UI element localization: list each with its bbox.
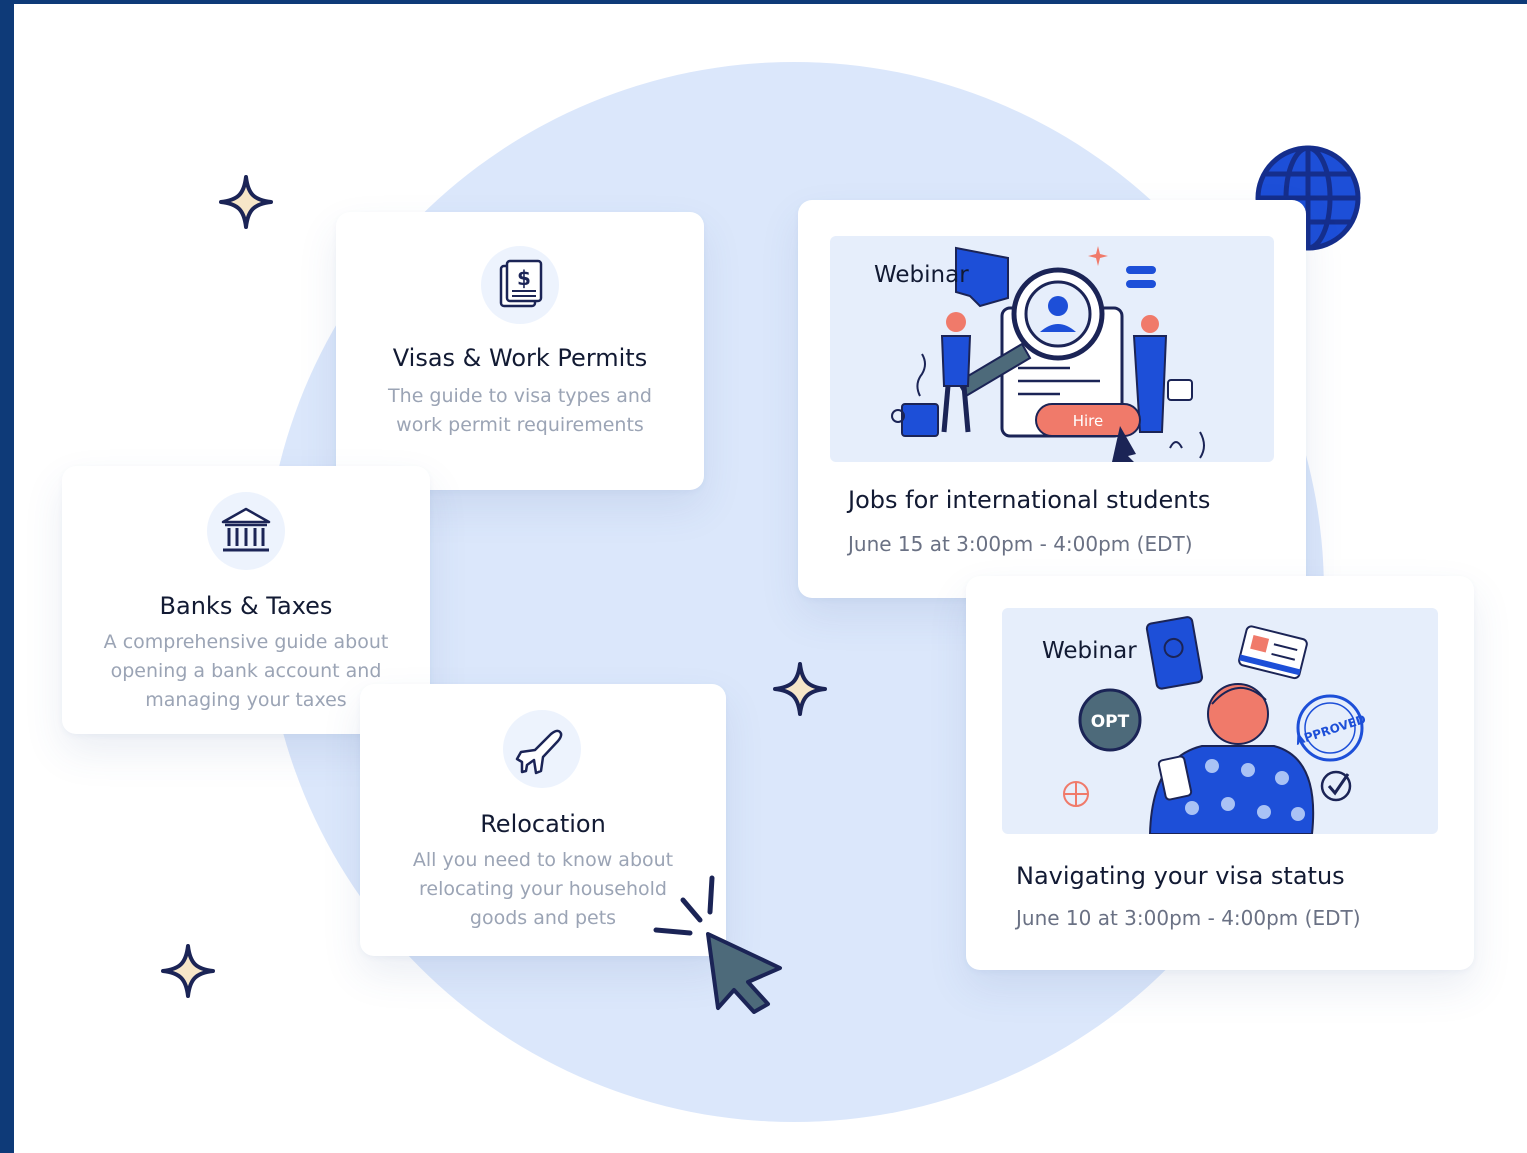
svg-text:$: $ [517, 266, 531, 290]
visas-card-description: The guide to visa types and work permit … [388, 385, 652, 436]
page-frame: $ Visas & Work Permits The guide to visa… [14, 4, 1527, 1153]
webinar-card-jobs[interactable]: Hire Webinar Jobs for international stud… [798, 200, 1306, 598]
sparkle-icon [161, 944, 215, 998]
webinar-label: Webinar [874, 262, 969, 288]
svg-text:OPT: OPT [1091, 712, 1130, 732]
visas-card[interactable]: $ Visas & Work Permits The guide to visa… [336, 212, 704, 490]
webinar-title: Navigating your visa status [1016, 862, 1345, 890]
relocation-card-title: Relocation [480, 810, 606, 838]
banks-card-title: Banks & Taxes [159, 592, 333, 620]
visas-card-title: Visas & Work Permits [392, 344, 648, 372]
webinar-title: Jobs for international students [848, 486, 1211, 514]
svg-text:Hire: Hire [1073, 412, 1104, 430]
sparkle-icon [219, 175, 273, 229]
webinar-date: June 15 at 3:00pm - 4:00pm (EDT) [848, 532, 1193, 556]
cursor-icon [653, 875, 782, 1014]
bank-icon [207, 492, 285, 570]
airplane-icon [503, 710, 581, 788]
dollar-document-icon: $ [481, 246, 559, 324]
webinar-date: June 10 at 3:00pm - 4:00pm (EDT) [1016, 906, 1361, 930]
webinar-card-visa[interactable]: OPT APPROVED Webinar Navigating your vis… [966, 576, 1474, 970]
sparkle-icon [773, 662, 827, 716]
webinar-label: Webinar [1042, 638, 1137, 664]
